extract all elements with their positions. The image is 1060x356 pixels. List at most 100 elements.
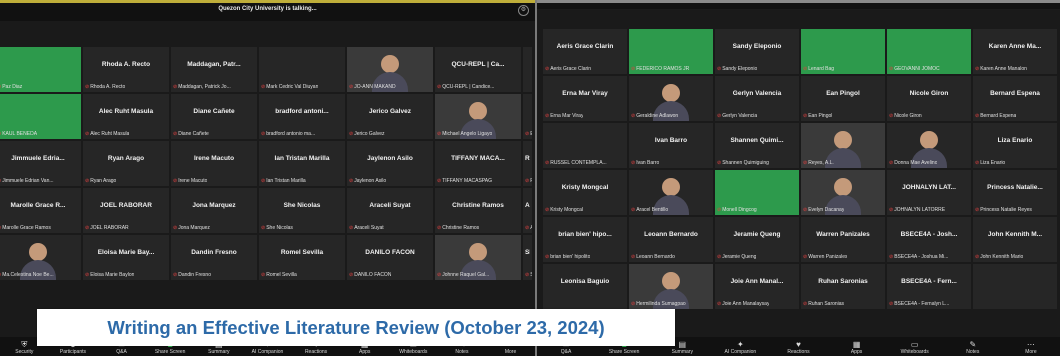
toolbar-more-button[interactable]: ⋯More (1011, 340, 1051, 355)
participant-tile[interactable]: ⊘ Aracel Bentillo (629, 170, 713, 215)
participant-tile[interactable]: Ian Tristan Marilla ⊘ Ian Tristan Marilla (259, 141, 345, 186)
participant-tile[interactable] (523, 47, 532, 92)
participant-tile[interactable]: Jaylenon Asilo ⊘ Jaylenon Asilo (347, 141, 433, 186)
participant-tile[interactable]: Jimmuele Edria... ⊘Jimmuele Edrian Van... (0, 141, 81, 186)
participant-tile[interactable]: Aeris Grace Clarin ⊘ Aeris Grace Clarin (543, 29, 627, 74)
participant-tile[interactable]: Ruhan Saronias ⊘ Ruhan Saronias (801, 264, 885, 309)
left-gallery-grid: ⊘Paz DiazRhoda A. Recto⊘Rhoda A. RectoMa… (0, 47, 535, 280)
participant-tile[interactable]: Kristy Mongcal ⊘ Kristy Mongcal (543, 170, 627, 215)
participant-tile[interactable]: Leonisa Baguio (543, 264, 627, 309)
participant-caption: ⊘ GEOVANNI JOMOC (889, 66, 940, 72)
mic-muted-icon: ⊘ (889, 66, 894, 72)
participant-caption-text: Jimmuele Edrian Van... (2, 178, 54, 184)
participant-tile[interactable]: Maddagan, Patr... ⊘ Maddagan, Patrick Jo..… (171, 47, 257, 92)
participant-tile[interactable]: Ryan Arago ⊘ Ryan Arago (83, 141, 169, 186)
mic-muted-icon: ⊘ (717, 66, 722, 72)
participant-tile[interactable]: Warren Panizales ⊘ Warren Panizales (801, 217, 885, 262)
participant-tile[interactable]: ⊘ Mark Cedric Val Diuyan (259, 47, 345, 92)
participant-name: Jerico Galvez (369, 108, 411, 115)
mic-muted-icon: ⊘ (437, 84, 442, 90)
participant-tile[interactable]: Rhoda A. Recto ⊘ Rhoda A. Recto (83, 47, 169, 92)
participant-tile[interactable]: Araceli Suyat ⊘ Araceli Suyat (347, 188, 433, 233)
participant-tile[interactable]: Karen Anne Ma... ⊘ Karen Anne Manalon (973, 29, 1057, 74)
participant-tile[interactable]: ⊘ Evelyn Dacanay (801, 170, 885, 215)
mic-muted-icon: ⊘ (803, 254, 808, 260)
participant-tile[interactable]: ⊘KAUL BENEDA (0, 94, 81, 139)
participant-tile[interactable]: ⊘ GEOVANNI JOMOC (887, 29, 971, 74)
participant-tile[interactable]: Gerlyn Valencia ⊘ Gerlyn Valencia (715, 76, 799, 121)
participant-caption-text: Aracel Bentillo (636, 207, 669, 213)
participant-tile[interactable]: Diane Cañete ⊘ Diane Cañete (171, 94, 257, 139)
participant-tile[interactable]: Jerico Galvez ⊘ Jerico Galvez (347, 94, 433, 139)
notes-icon: ✎ (969, 340, 977, 349)
participant-tile[interactable]: Alec Ruht Masula ⊘ Alec Ruht Masula (83, 94, 169, 139)
participant-tile[interactable]: Aur⊘Aur (523, 188, 532, 233)
participant-tile[interactable]: JOHNALYN LAT... ⊘ JOHNALYN LATORRE (887, 170, 971, 215)
participant-tile[interactable]: Shannen Quimi... ⊘ Shannen Quimiguing (715, 123, 799, 168)
toolbar-notes-button[interactable]: ✎Notes (953, 340, 993, 355)
participant-tile[interactable]: BSECE4A - Josh... ⊘ BSECE4A - Joshua Mi... (887, 217, 971, 262)
participant-tile[interactable]: Liza Enario ⊘ Liza Enario (973, 123, 1057, 168)
participant-tile[interactable]: ⊘ Johnne Raquel Gal... (435, 235, 521, 280)
participant-tile[interactable]: Nicole Giron ⊘ Nicole Giron (887, 76, 971, 121)
participant-tile[interactable]: ⊘ Geraldine Adlawon (629, 76, 713, 121)
participant-tile[interactable]: Jeramie Queng ⊘ Jeramie Queng (715, 217, 799, 262)
participant-name: Gerlyn Valencia (732, 90, 782, 97)
participant-tile[interactable]: ⊘ Hermilinda Sumagpao (629, 264, 713, 309)
participant-tile[interactable]: SFE⊘SFE (523, 235, 532, 280)
participant-caption: ⊘ BSECE4A - Joshua Mi... (889, 254, 948, 260)
participant-tile[interactable]: Joie Ann Manal... ⊘ Joie Ann Manalaysay (715, 264, 799, 309)
participant-tile[interactable]: ⊘Ma.Celestina Noe Be... (0, 235, 81, 280)
participant-tile[interactable]: ⊘ Lenard Bag (801, 29, 885, 74)
participant-tile[interactable]: ⊘ RUSSEL CONTEMPLA... (543, 123, 627, 168)
mic-muted-icon: ⊘ (631, 254, 636, 260)
participant-tile[interactable]: She Nicolas ⊘ She Nicolas (259, 188, 345, 233)
participant-tile[interactable]: ⊘Edi (523, 94, 532, 139)
participant-caption: ⊘ Geraldine Adlawon (631, 113, 678, 119)
toolbar-apps-button[interactable]: ▦Apps (837, 340, 877, 355)
right-title-bar (537, 0, 1060, 9)
participant-tile[interactable]: Sandy Eleponio ⊘ Sandy Eleponio (715, 29, 799, 74)
participant-tile[interactable]: TIFFANY MACA... ⊘ TIFFANY MACASPAG (435, 141, 521, 186)
participant-tile[interactable]: brian bien' hipo... ⊘ brian bien' hipolito (543, 217, 627, 262)
participant-tile[interactable]: Erna Mar Viray ⊘ Erna Mar Viray (543, 76, 627, 121)
participant-tile[interactable]: Jona Marquez ⊘ Jona Marquez (171, 188, 257, 233)
participant-caption: ⊘ Christine Ramos (437, 225, 479, 231)
participant-tile[interactable]: Princess Natalie... ⊘ Princess Natalie Rey… (973, 170, 1057, 215)
toolbar-board-button[interactable]: ▭Whiteboards (895, 340, 935, 355)
participant-tile[interactable]: John Kennith M... ⊘ John Kennith Mario (973, 217, 1057, 262)
toolbar-heart-button[interactable]: ♥Reactions (778, 340, 818, 355)
participant-tile[interactable]: ⊘ JO-ANN MAKAND (347, 47, 433, 92)
participant-tile[interactable]: DANILO FACON ⊘ DANILO FACON (347, 235, 433, 280)
participant-tile[interactable]: Ean Pingol ⊘ Ean Pingol (801, 76, 885, 121)
participant-tile[interactable]: Ivan Barro ⊘ Ivan Barro (629, 123, 713, 168)
participant-tile[interactable]: Marolle Grace R... ⊘Marolle Grace Ramos (0, 188, 81, 233)
participant-tile[interactable]: QCU-REPL | Ca... ⊘ QCU-REPL | Candice... (435, 47, 521, 92)
toolbar-spark-button[interactable]: ✦AI Companion (720, 340, 760, 355)
participant-name: Shannen Quimi... (730, 137, 784, 144)
participant-tile[interactable]: ⊘ Donna Mae Avelino (887, 123, 971, 168)
participant-tile[interactable] (973, 264, 1057, 309)
participant-tile[interactable]: JOEL RABORAR ⊘ JOEL RABORAR (83, 188, 169, 233)
participant-tile[interactable]: ⊘ FEDERICO RAMOS JR (629, 29, 713, 74)
participant-caption: ⊘ Donna Mae Avelino (889, 160, 937, 166)
participant-tile[interactable]: Irene Macuto ⊘ Irene Macuto (171, 141, 257, 186)
participant-tile[interactable]: Bernard Espena ⊘ Bernard Espena (973, 76, 1057, 121)
right-meeting-window: Aeris Grace Clarin ⊘ Aeris Grace Clarin ⊘ FE… (537, 0, 1060, 356)
participant-tile[interactable]: Ri ⊘Ro (523, 141, 532, 186)
participant-tile[interactable]: ⊘ Monell Dingcog (715, 170, 799, 215)
participant-caption: ⊘Aur (525, 225, 532, 231)
participant-tile[interactable]: BSECE4A - Fern... ⊘ BSECE4A - Fernalyn L..… (887, 264, 971, 309)
participant-caption: ⊘ John Kennith Mario (975, 254, 1023, 260)
participant-tile[interactable]: Christine Ramos ⊘ Christine Ramos (435, 188, 521, 233)
participant-tile[interactable]: Leoann Bernardo ⊘ Leoann Bernardo (629, 217, 713, 262)
participant-tile[interactable]: ⊘ Michael Angelo Ligayo (435, 94, 521, 139)
participant-tile[interactable]: Dandin Fresno ⊘ Dandin Fresno (171, 235, 257, 280)
participant-tile[interactable]: Romel Sevilla ⊘ Romel Sevilla (259, 235, 345, 280)
participant-tile[interactable]: ⊘Paz Diaz (0, 47, 81, 92)
participant-tile[interactable]: ⊘ Reyes, A.L. (801, 123, 885, 168)
settings-icon[interactable]: ⚙ (518, 5, 529, 16)
participant-tile[interactable]: Eloisa Marie Bay... ⊘ Eloisa Marie Baylon (83, 235, 169, 280)
participant-tile[interactable]: bradford antoni... ⊘ bradford antonio ma..… (259, 94, 345, 139)
participant-name: BSECE4A - Josh... (900, 231, 958, 238)
